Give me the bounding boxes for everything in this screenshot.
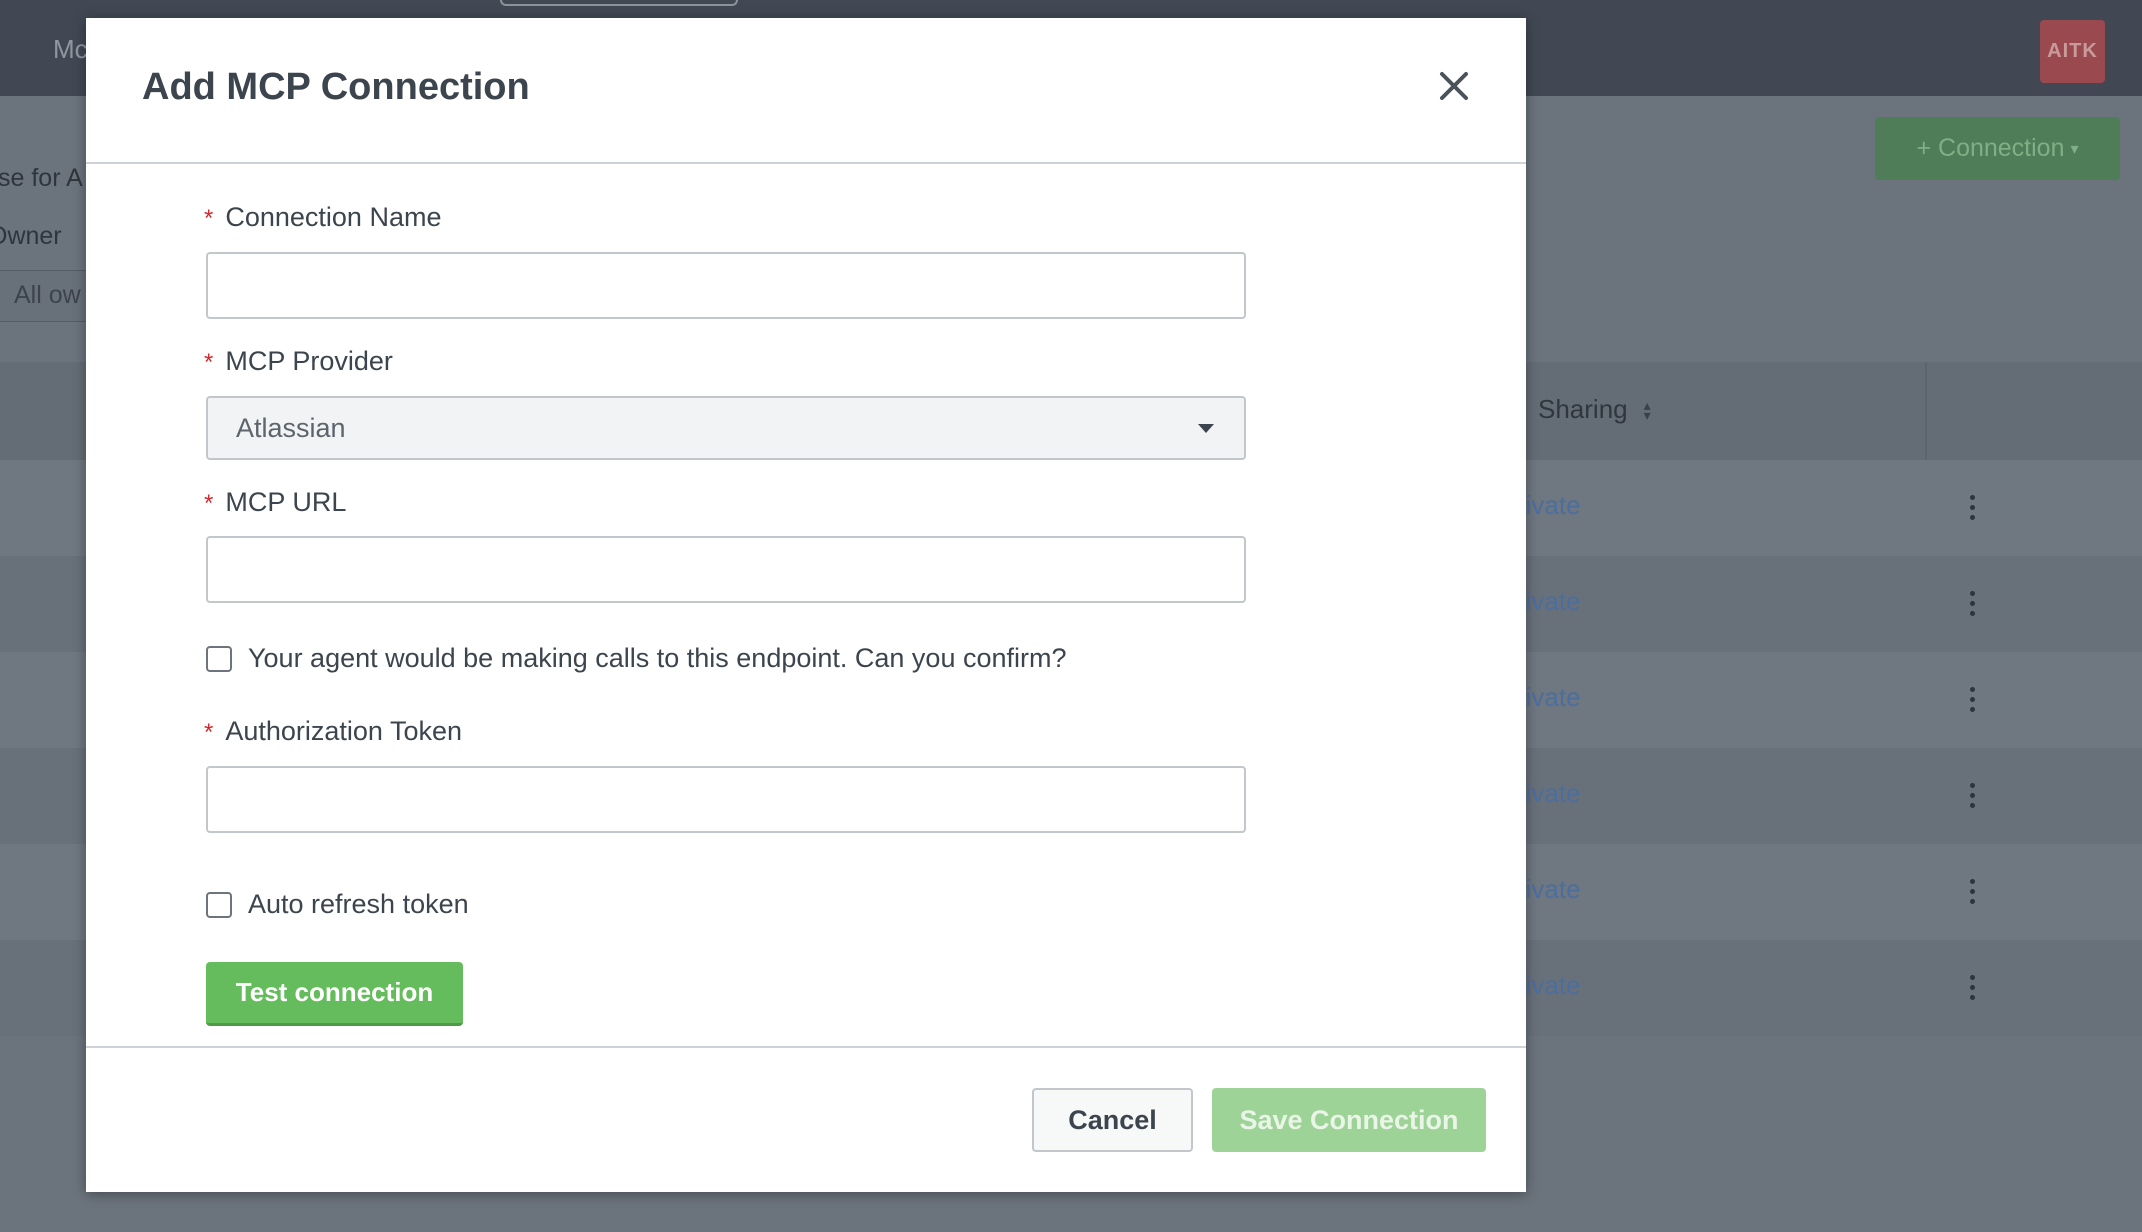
save-connection-button[interactable]: Save Connection	[1212, 1088, 1486, 1152]
dialog-footer: Cancel Save Connection	[86, 1046, 1526, 1192]
auto-refresh-checkbox[interactable]	[206, 891, 232, 918]
chevron-down-icon: ▾	[2070, 140, 2079, 158]
avatar[interactable]: AITK	[2040, 20, 2105, 83]
filter-label: se for A	[0, 164, 83, 192]
sharing-value[interactable]: rivate	[1517, 874, 1581, 905]
auto-refresh-label: Auto refresh token	[248, 889, 469, 919]
confirm-endpoint-checkbox[interactable]	[206, 645, 232, 672]
close-icon	[1440, 72, 1468, 100]
confirm-endpoint-label: Your agent would be making calls to this…	[248, 643, 1067, 673]
authorization-token-label-text: Authorization Token	[225, 716, 463, 746]
dialog-title: Add MCP Connection	[142, 66, 530, 108]
mcp-url-label: * MCP URL	[204, 487, 346, 518]
required-marker: *	[204, 205, 214, 232]
confirm-endpoint-checkbox-row[interactable]: Your agent would be making calls to this…	[206, 643, 1067, 674]
dialog-header: Add MCP Connection	[86, 18, 1526, 164]
close-button[interactable]	[1436, 68, 1472, 104]
required-marker: *	[204, 490, 214, 517]
test-connection-button[interactable]: Test connection	[206, 962, 463, 1026]
more-actions-icon[interactable]	[1966, 674, 1978, 724]
more-actions-icon[interactable]	[1966, 866, 1978, 916]
authorization-token-input[interactable]	[206, 766, 1246, 833]
mcp-provider-label: * MCP Provider	[204, 346, 393, 377]
caret-down-icon	[1198, 423, 1214, 433]
sharing-column-header[interactable]: Sharing ▴ ▾	[1538, 394, 1651, 425]
sharing-column-label: Sharing	[1538, 394, 1628, 424]
top-tab-indicator	[500, 0, 738, 6]
connection-name-label-text: Connection Name	[225, 202, 442, 232]
required-marker: *	[204, 349, 214, 376]
sharing-value[interactable]: rivate	[1517, 682, 1581, 713]
add-mcp-connection-dialog: Add MCP Connection * Connection Name * M…	[86, 18, 1526, 1192]
more-actions-icon[interactable]	[1966, 962, 1978, 1012]
mcp-provider-label-text: MCP Provider	[225, 346, 393, 376]
mcp-provider-selected-value: Atlassian	[236, 412, 346, 443]
cancel-button[interactable]: Cancel	[1032, 1088, 1193, 1152]
add-connection-button[interactable]: + Connection ▾	[1875, 117, 2120, 180]
mcp-url-input[interactable]	[206, 536, 1246, 603]
mcp-url-label-text: MCP URL	[225, 487, 347, 517]
more-actions-icon[interactable]	[1966, 482, 1978, 532]
auto-refresh-checkbox-row[interactable]: Auto refresh token	[206, 889, 469, 920]
required-marker: *	[204, 719, 214, 746]
owner-label: Owner	[0, 222, 62, 250]
more-actions-icon[interactable]	[1966, 770, 1978, 820]
sharing-value[interactable]: rivate	[1517, 586, 1581, 617]
connection-name-input[interactable]	[206, 252, 1246, 319]
owner-select[interactable]: All ow	[0, 270, 100, 322]
mcp-provider-select[interactable]: Atlassian	[206, 396, 1246, 460]
add-connection-label: + Connection	[1916, 134, 2065, 162]
sharing-value[interactable]: rivate	[1517, 490, 1581, 521]
sort-icon[interactable]: ▴ ▾	[1644, 398, 1651, 422]
sharing-value[interactable]: rivate	[1517, 778, 1581, 809]
more-actions-icon[interactable]	[1966, 578, 1978, 628]
sharing-value[interactable]: rivate	[1517, 970, 1581, 1001]
column-divider	[1925, 362, 1927, 460]
connection-name-label: * Connection Name	[204, 202, 441, 233]
app-title: Mc	[53, 34, 88, 64]
authorization-token-label: * Authorization Token	[204, 716, 462, 747]
